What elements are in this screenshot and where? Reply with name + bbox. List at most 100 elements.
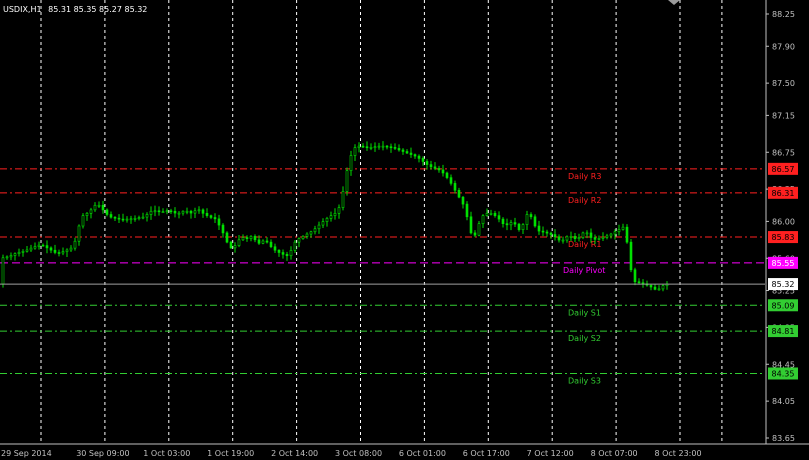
candle-body <box>653 286 657 290</box>
candle-body <box>209 215 213 218</box>
candle-body <box>605 235 609 238</box>
level-price-tag-text: 86.31 <box>772 189 795 198</box>
candle-body <box>101 204 105 211</box>
candle-body <box>465 203 469 218</box>
pivot-levels: Daily R3 Daily R2 Daily R1 Daily Pivot Daily… <box>0 168 765 385</box>
candle-body <box>345 170 349 192</box>
candle-body <box>369 147 373 149</box>
candle-body <box>533 216 537 227</box>
candle-body <box>505 223 509 226</box>
candle-body <box>125 218 129 221</box>
candle-body <box>309 231 313 235</box>
candle-body <box>97 204 101 207</box>
candle-body <box>237 239 241 246</box>
candle-body <box>381 145 385 148</box>
candle-body <box>141 216 145 219</box>
candle-body <box>293 241 297 251</box>
level-label: Daily R1 <box>568 240 601 249</box>
candle-body <box>477 223 481 236</box>
candle-body <box>157 210 161 213</box>
candle-body <box>353 147 357 156</box>
x-tick-label: 6 Oct 17:00 <box>463 449 510 458</box>
candle-body <box>41 244 45 247</box>
x-tick-label: 1 Oct 03:00 <box>143 449 190 458</box>
y-tick-label: 86.00 <box>772 217 795 226</box>
level-price-tag-text: 85.83 <box>772 233 795 242</box>
ohlc-label: 85.31 85.35 85.27 85.32 <box>48 5 147 14</box>
candle-body <box>585 232 589 235</box>
candle-body <box>609 233 613 237</box>
candle-body <box>497 215 501 220</box>
candle-body <box>329 215 333 219</box>
candle-body <box>225 232 229 243</box>
candle-body <box>325 218 329 222</box>
candle-body <box>549 232 553 235</box>
candle-body <box>517 223 521 230</box>
candle-body <box>361 145 365 148</box>
level-label: Daily R3 <box>568 172 601 181</box>
candle-body <box>501 218 505 224</box>
candle-body <box>121 218 125 221</box>
candle-body <box>421 158 425 162</box>
candle-body <box>129 218 133 221</box>
x-tick-label: 29 Sep 2014 <box>1 449 52 458</box>
candle-body <box>249 236 253 239</box>
candle-body <box>277 249 281 253</box>
x-tick-label: 30 Sep 09:00 <box>76 449 129 458</box>
candle-body <box>337 207 341 214</box>
shift-marker-icon[interactable] <box>668 0 680 5</box>
candle-body <box>1 257 5 285</box>
y-tick-label: 84.05 <box>772 397 795 406</box>
candle-body <box>385 145 389 148</box>
candle-body <box>305 233 309 237</box>
candle-body <box>521 224 525 230</box>
candle-body <box>469 216 473 234</box>
candle-body <box>201 209 205 214</box>
candle-body <box>405 151 409 154</box>
candle-body <box>509 222 513 226</box>
candle-body <box>273 246 277 251</box>
candle-body <box>169 210 173 213</box>
candle-body <box>449 177 453 184</box>
candle-body <box>409 152 413 155</box>
candle-body <box>113 216 117 219</box>
candle-body <box>493 213 497 216</box>
candle-body <box>241 237 245 241</box>
price-chart[interactable]: Daily R3 Daily R2 Daily R1 Daily Pivot Daily… <box>0 0 809 460</box>
grid-lines <box>40 0 723 444</box>
level-price-tag-text: 86.57 <box>772 165 795 174</box>
candle-body <box>109 214 113 218</box>
candle-body <box>433 166 437 169</box>
candle-body <box>625 226 629 243</box>
level-label: Daily S1 <box>568 308 601 317</box>
candle-body <box>49 247 53 251</box>
candle-body <box>637 281 641 284</box>
chart-header: USDIX,H1 85.31 85.35 85.27 85.32 <box>3 5 147 14</box>
candle-body <box>441 169 445 174</box>
level-label: Daily Pivot <box>563 266 605 275</box>
candle-body <box>297 238 301 243</box>
level-price-tag-text: 85.09 <box>772 301 795 310</box>
candle-body <box>457 189 461 198</box>
candle-body <box>45 245 49 249</box>
candle-body <box>57 252 61 254</box>
candle-body <box>281 252 285 255</box>
candle-body <box>85 213 89 216</box>
candle-body <box>525 214 529 225</box>
candle-body <box>485 213 489 216</box>
candle-body <box>565 236 569 241</box>
price-axis: 88.2587.9087.5087.1586.7586.3586.0085.60… <box>0 0 809 445</box>
candle-body <box>89 209 93 214</box>
y-tick-label: 88.25 <box>772 10 795 19</box>
candle-body <box>29 247 33 251</box>
candle-body <box>537 225 541 232</box>
candle-body <box>393 147 397 149</box>
x-tick-label: 3 Oct 08:00 <box>335 449 382 458</box>
candle-body <box>181 210 185 214</box>
candle-body <box>69 247 73 251</box>
candle-body <box>377 145 381 148</box>
candle-body <box>593 237 597 240</box>
x-tick-label: 7 Oct 12:00 <box>527 449 574 458</box>
candle-body <box>649 284 653 288</box>
y-tick-label: 87.50 <box>772 79 795 88</box>
